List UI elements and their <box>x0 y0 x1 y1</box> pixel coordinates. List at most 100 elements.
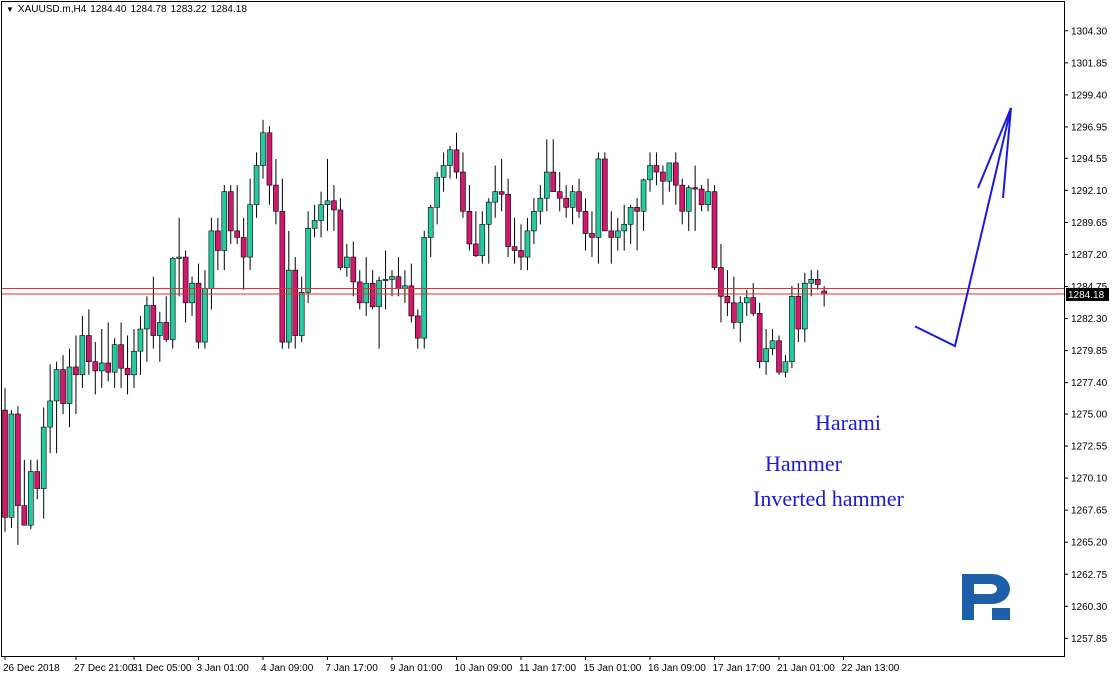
candle-bull <box>434 176 440 208</box>
candle-bear <box>795 295 802 330</box>
y-tick-label: 1265.20 <box>1071 538 1108 549</box>
y-tick-label: 1282.30 <box>1071 314 1108 325</box>
candle-bear <box>460 171 466 212</box>
chart-header: ▼ XAUUSD.m,H4 1284.40 1284.78 1283.22 12… <box>6 4 247 15</box>
candle-bear <box>724 295 731 304</box>
candle-bear <box>395 276 402 289</box>
candle-bull <box>176 256 182 259</box>
x-tick-label: 4 Jan 09:00 <box>261 663 314 674</box>
candle-bull <box>221 191 228 251</box>
y-tick-label: 1275.00 <box>1071 410 1108 421</box>
candle-bear <box>356 281 363 304</box>
candle-bull <box>737 302 744 323</box>
candle-bear <box>34 471 41 489</box>
candle-bull <box>524 230 531 258</box>
candle-bull <box>66 366 73 404</box>
candle-bear <box>350 256 357 283</box>
close-value: 1284.18 <box>210 4 247 15</box>
candle-bull <box>769 340 776 349</box>
candle-bear <box>105 362 111 373</box>
x-tick-label: 9 Jan 01:00 <box>390 663 443 674</box>
candle-bear <box>660 171 666 182</box>
candle-bull <box>569 191 576 208</box>
candle-bear <box>498 191 505 195</box>
candle-bear <box>718 267 724 297</box>
candle-bull <box>640 179 647 212</box>
roboforex-r-logo-icon <box>962 574 1010 620</box>
candle-bull <box>763 348 769 362</box>
candle-bear <box>86 335 92 363</box>
candle-bear <box>563 197 569 208</box>
candle-bear <box>608 230 615 238</box>
candle-bear <box>692 187 698 190</box>
candle-bull <box>801 282 808 330</box>
candle-bull <box>202 288 208 343</box>
y-tick-label: 1267.65 <box>1071 506 1108 517</box>
y-tick-label: 1296.95 <box>1071 122 1108 133</box>
candle-bull <box>705 191 711 206</box>
candle-bull <box>260 132 266 166</box>
annotation-harami: Harami <box>815 410 881 435</box>
candle-bear <box>124 367 131 376</box>
candle-bull <box>627 207 634 225</box>
candle-bull <box>543 171 550 199</box>
candle-bull <box>614 230 621 238</box>
price-chart[interactable]: 1304.30 1301.85 1299.40 1296.95 1294.55 1292.… <box>0 0 1112 680</box>
candle-bull <box>743 297 750 304</box>
y-tick-label: 1294.55 <box>1071 154 1108 165</box>
y-tick-label: 1301.85 <box>1071 58 1108 69</box>
y-tick-label: 1287.20 <box>1071 250 1108 261</box>
candle-bull <box>595 158 602 238</box>
candle-bear <box>73 366 79 376</box>
x-tick-label: 27 Dec 21:00 <box>74 663 134 674</box>
candle-bull <box>492 191 499 203</box>
candle-bull <box>79 335 86 376</box>
candle-bear <box>292 269 299 336</box>
candle-bear <box>227 191 234 232</box>
x-tick-label: 31 Dec 05:00 <box>132 663 192 674</box>
candle-bear <box>731 302 737 323</box>
symbol-label: XAUUSD.m,H4 <box>17 4 87 15</box>
candle-bear <box>550 171 557 192</box>
candle-bear <box>602 158 608 232</box>
dropdown-triangle-icon[interactable]: ▼ <box>6 5 14 14</box>
y-tick-label: 1260.30 <box>1071 602 1108 613</box>
candle-bull <box>208 230 215 289</box>
candle-bear <box>750 297 757 314</box>
candle-bull <box>531 210 537 232</box>
candle-bull <box>40 426 47 489</box>
candle-bear <box>814 278 821 285</box>
candle-bull <box>421 237 428 339</box>
candle-bear <box>15 413 21 506</box>
candle-bull <box>169 258 176 340</box>
candle-bull <box>808 278 815 284</box>
candle-bull <box>389 276 395 280</box>
candle-bear <box>163 322 170 340</box>
x-tick-label: 16 Jan 09:00 <box>648 663 706 674</box>
candle-bear <box>589 233 595 238</box>
candle-bull <box>305 227 311 293</box>
y-tick-label: 1262.75 <box>1071 570 1108 581</box>
candle-bull <box>298 292 305 336</box>
candle-bear <box>653 165 660 173</box>
candle-bear <box>182 256 189 304</box>
y-tick-label: 1299.40 <box>1071 90 1108 101</box>
candle-bear <box>505 193 511 247</box>
candle-bear <box>711 191 718 268</box>
y-axis: 1304.30 1301.85 1299.40 1296.95 1294.55 1292.… <box>1064 26 1108 645</box>
high-value: 1284.78 <box>130 4 167 15</box>
candle-bull <box>318 204 324 221</box>
candle-bear <box>234 230 240 238</box>
candle-bull <box>440 165 447 178</box>
y-tick-label: 1257.85 <box>1071 634 1108 645</box>
y-tick-label: 1304.30 <box>1071 26 1108 37</box>
y-tick-label: 1279.85 <box>1071 346 1108 357</box>
annotation-inverted-hammer: Inverted hammer <box>753 486 904 511</box>
x-tick-label: 11 Jan 17:00 <box>519 663 577 674</box>
x-tick-label: 7 Jan 17:00 <box>326 663 379 674</box>
y-tick-label: 1292.10 <box>1071 186 1108 197</box>
candle-bear <box>215 230 221 251</box>
candle-bear <box>408 285 415 317</box>
current-price-box: 1284.18 <box>1066 287 1109 301</box>
current-price-label: 1284.18 <box>1068 290 1105 301</box>
